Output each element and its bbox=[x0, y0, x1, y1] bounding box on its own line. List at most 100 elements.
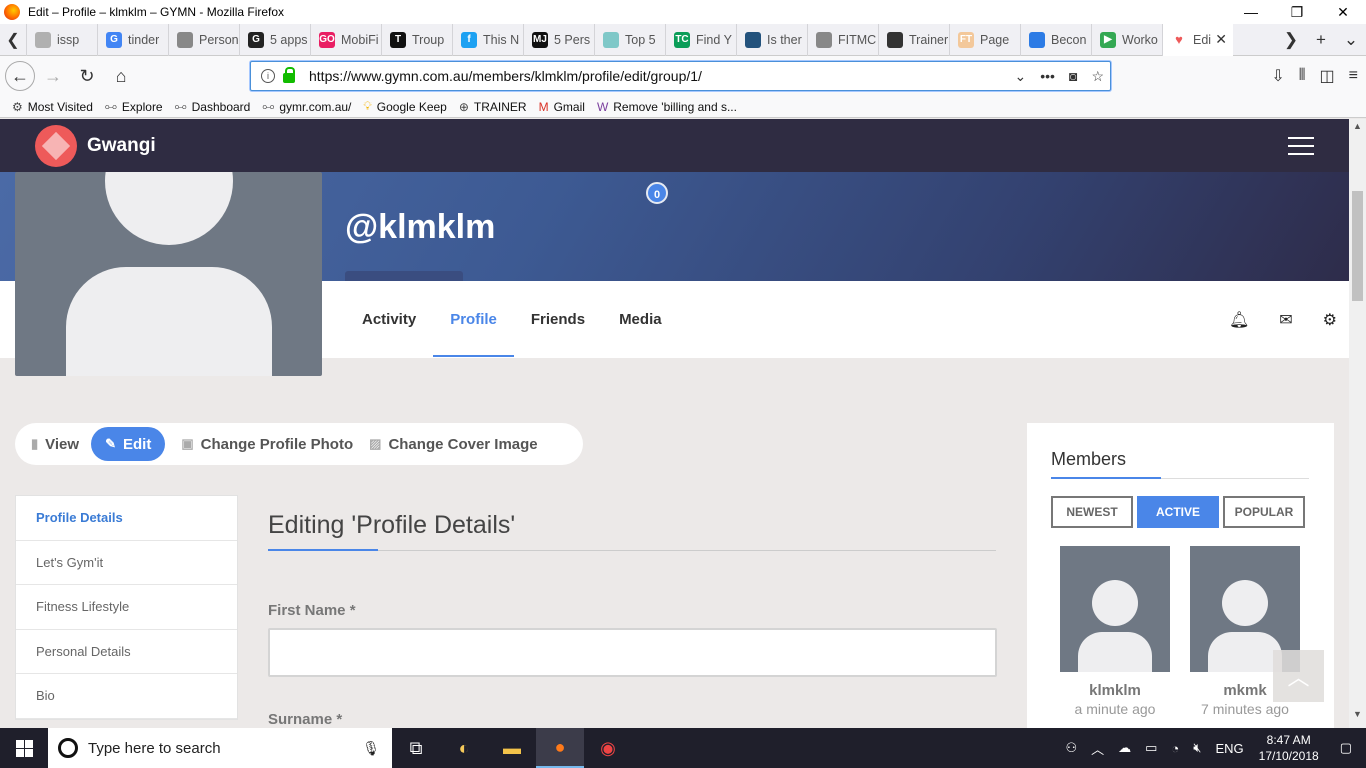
browser-tab[interactable]: Becon bbox=[1020, 23, 1091, 56]
close-window-button[interactable]: ✕ bbox=[1320, 0, 1366, 24]
task-view-icon[interactable]: ⧉ bbox=[392, 728, 440, 768]
browser-tab[interactable]: ▶ Worko bbox=[1091, 23, 1162, 56]
close-tab-icon[interactable]: ✕ bbox=[1215, 31, 1227, 48]
browser-tab[interactable]: ♥ Edi ✕ bbox=[1162, 23, 1233, 56]
pocket-icon[interactable]: ◙ bbox=[1069, 68, 1077, 85]
url-bar[interactable]: i https://www.gymn.com.au/members/klmklm… bbox=[250, 61, 1111, 91]
bookmark-star-icon[interactable]: ☆ bbox=[1091, 68, 1104, 85]
tab-favicon-icon bbox=[816, 31, 832, 48]
browser-tab[interactable]: f This N bbox=[452, 23, 523, 56]
chrome-taskbar-icon[interactable]: ◉ bbox=[584, 728, 632, 768]
profile-avatar[interactable] bbox=[15, 172, 322, 376]
taskbar-search[interactable]: Type here to search 🎙︎ bbox=[48, 728, 392, 768]
bookmark-item[interactable]: ⧟ gymr.com.au/ bbox=[262, 99, 351, 114]
scrollbar-thumb[interactable] bbox=[1352, 191, 1363, 301]
subtab-change-profile-photo[interactable]: ▣ Change Profile Photo bbox=[181, 436, 353, 453]
reload-button[interactable]: ↻ bbox=[71, 60, 103, 92]
member-card[interactable]: klmklm a minute ago bbox=[1060, 546, 1170, 717]
filter-popular-button[interactable]: POPULAR bbox=[1223, 496, 1305, 528]
file-explorer-icon[interactable]: ▬ bbox=[488, 728, 536, 768]
profile-group-item[interactable]: Bio bbox=[16, 674, 237, 719]
profile-group-item[interactable]: Fitness Lifestyle bbox=[16, 585, 237, 630]
browser-tab[interactable]: T Troup bbox=[381, 23, 452, 56]
tab-profile[interactable]: Profile bbox=[433, 281, 514, 358]
tab-scroll-left-button[interactable]: ❮ bbox=[0, 24, 26, 56]
forward-button[interactable]: → bbox=[37, 60, 69, 92]
back-button[interactable]: ← bbox=[5, 61, 35, 91]
start-button[interactable] bbox=[0, 728, 48, 768]
browser-tab[interactable]: Top 5 bbox=[594, 23, 665, 56]
browser-tab[interactable]: Trainer bbox=[878, 23, 949, 56]
profile-group-item[interactable]: Personal Details bbox=[16, 630, 237, 674]
home-button[interactable]: ⌂ bbox=[105, 60, 137, 92]
bell-icon[interactable]: 🔔︎ bbox=[1229, 310, 1249, 330]
tab-activity[interactable]: Activity bbox=[345, 281, 433, 358]
subtab-change-cover-image[interactable]: ▨ Change Cover Image bbox=[369, 436, 538, 453]
menu-icon[interactable]: ≡ bbox=[1349, 67, 1358, 85]
onedrive-icon[interactable]: ☁ bbox=[1118, 740, 1131, 756]
hamburger-menu-icon[interactable] bbox=[1288, 137, 1314, 161]
tab-media[interactable]: Media bbox=[602, 281, 679, 358]
filter-active-button[interactable]: ACTIVE bbox=[1137, 496, 1219, 528]
subtab-view[interactable]: ▮ View bbox=[31, 436, 79, 453]
tab-friends[interactable]: Friends bbox=[514, 281, 602, 358]
bookmark-item[interactable]: ⧟ Explore bbox=[105, 99, 163, 114]
browser-tab[interactable]: GO MobiFi bbox=[310, 23, 381, 56]
filter-newest-button[interactable]: NEWEST bbox=[1051, 496, 1133, 528]
people-icon[interactable]: ⚇ bbox=[1065, 740, 1077, 756]
member-name[interactable]: klmklm bbox=[1060, 682, 1170, 699]
wifi-icon[interactable]: ◔ bbox=[1171, 741, 1179, 756]
maximize-button[interactable]: ❐ bbox=[1274, 0, 1320, 24]
site-logo-icon[interactable] bbox=[35, 124, 77, 167]
downloads-icon[interactable]: ⇩ bbox=[1271, 66, 1284, 86]
show-hidden-icons-icon[interactable]: ︿ bbox=[1091, 739, 1104, 758]
profile-group-item[interactable]: Let's Gym'it bbox=[16, 541, 237, 585]
bookmark-item[interactable]: W Remove 'billing and s... bbox=[597, 100, 737, 114]
scroll-down-arrow-icon[interactable]: ▼ bbox=[1349, 709, 1366, 726]
firefox-taskbar-icon[interactable]: ● bbox=[536, 728, 584, 768]
battery-icon[interactable]: ▭ bbox=[1145, 740, 1157, 756]
page-actions-icon[interactable]: ••• bbox=[1040, 68, 1055, 85]
tab-list-button[interactable]: ⌄ bbox=[1336, 30, 1366, 50]
gear-icon[interactable]: ⚙ bbox=[1323, 310, 1337, 330]
bookmark-item[interactable]: ⚙ Most Visited bbox=[12, 100, 93, 114]
bookmark-item[interactable]: 💡︎ Google Keep bbox=[363, 99, 446, 114]
microphone-icon[interactable]: 🎙︎ bbox=[362, 740, 380, 757]
profile-group-item[interactable]: Profile Details bbox=[16, 496, 237, 541]
subtab-edit[interactable]: ✎ Edit bbox=[91, 427, 166, 461]
browser-tab[interactable]: TC Find Y bbox=[665, 23, 736, 56]
volume-icon[interactable]: 🔇︎ bbox=[1193, 740, 1201, 756]
browser-tab[interactable]: Person bbox=[168, 23, 239, 56]
browser-tab[interactable]: Is ther bbox=[736, 23, 807, 56]
page-scrollbar[interactable]: ▲ ▼ bbox=[1349, 119, 1366, 728]
new-tab-button[interactable]: + bbox=[1306, 30, 1336, 50]
bookmark-item[interactable]: M Gmail bbox=[539, 100, 585, 114]
site-brand[interactable]: Gwangi bbox=[87, 135, 156, 157]
tab-favicon-icon: f bbox=[461, 31, 477, 48]
browser-tab[interactable]: MJ 5 Pers bbox=[523, 23, 594, 56]
browser-tab[interactable]: Gtinder bbox=[97, 23, 168, 56]
bookmark-item[interactable]: ⧟ Dashboard bbox=[175, 99, 251, 114]
bookmark-item[interactable]: ⊕ TRAINER bbox=[459, 100, 527, 114]
minimize-button[interactable]: — bbox=[1228, 0, 1274, 24]
sidebar-icon[interactable]: ◫ bbox=[1320, 66, 1335, 86]
avatar[interactable] bbox=[1060, 546, 1170, 672]
scroll-to-top-button[interactable]: ︿ bbox=[1273, 650, 1324, 702]
clock[interactable]: 8:47 AM 17/10/2018 bbox=[1259, 732, 1319, 764]
scroll-up-arrow-icon[interactable]: ▲ bbox=[1349, 121, 1366, 138]
notifications-icon[interactable]: ▢ bbox=[1340, 740, 1352, 756]
url-text[interactable]: https://www.gymn.com.au/members/klmklm/p… bbox=[309, 68, 702, 84]
first-name-input[interactable] bbox=[268, 628, 997, 677]
language-indicator[interactable]: ENG bbox=[1215, 741, 1243, 756]
dropdown-icon[interactable]: ⌄ bbox=[1015, 68, 1027, 85]
info-icon[interactable]: i bbox=[261, 69, 275, 83]
library-icon[interactable]: ⫴ bbox=[1299, 67, 1306, 85]
browser-tab[interactable]: issp bbox=[26, 23, 97, 56]
browser-tab[interactable]: FITMC bbox=[807, 23, 878, 56]
envelope-icon[interactable]: ✉ bbox=[1279, 310, 1292, 330]
browser-tab[interactable]: G 5 apps bbox=[239, 23, 310, 56]
tab-title: Find Y bbox=[696, 32, 732, 47]
browser-tab[interactable]: FT Page bbox=[949, 23, 1020, 56]
weather-app-icon[interactable]: ◐ bbox=[440, 728, 488, 768]
tab-scroll-right-button[interactable]: ❯ bbox=[1276, 30, 1306, 50]
